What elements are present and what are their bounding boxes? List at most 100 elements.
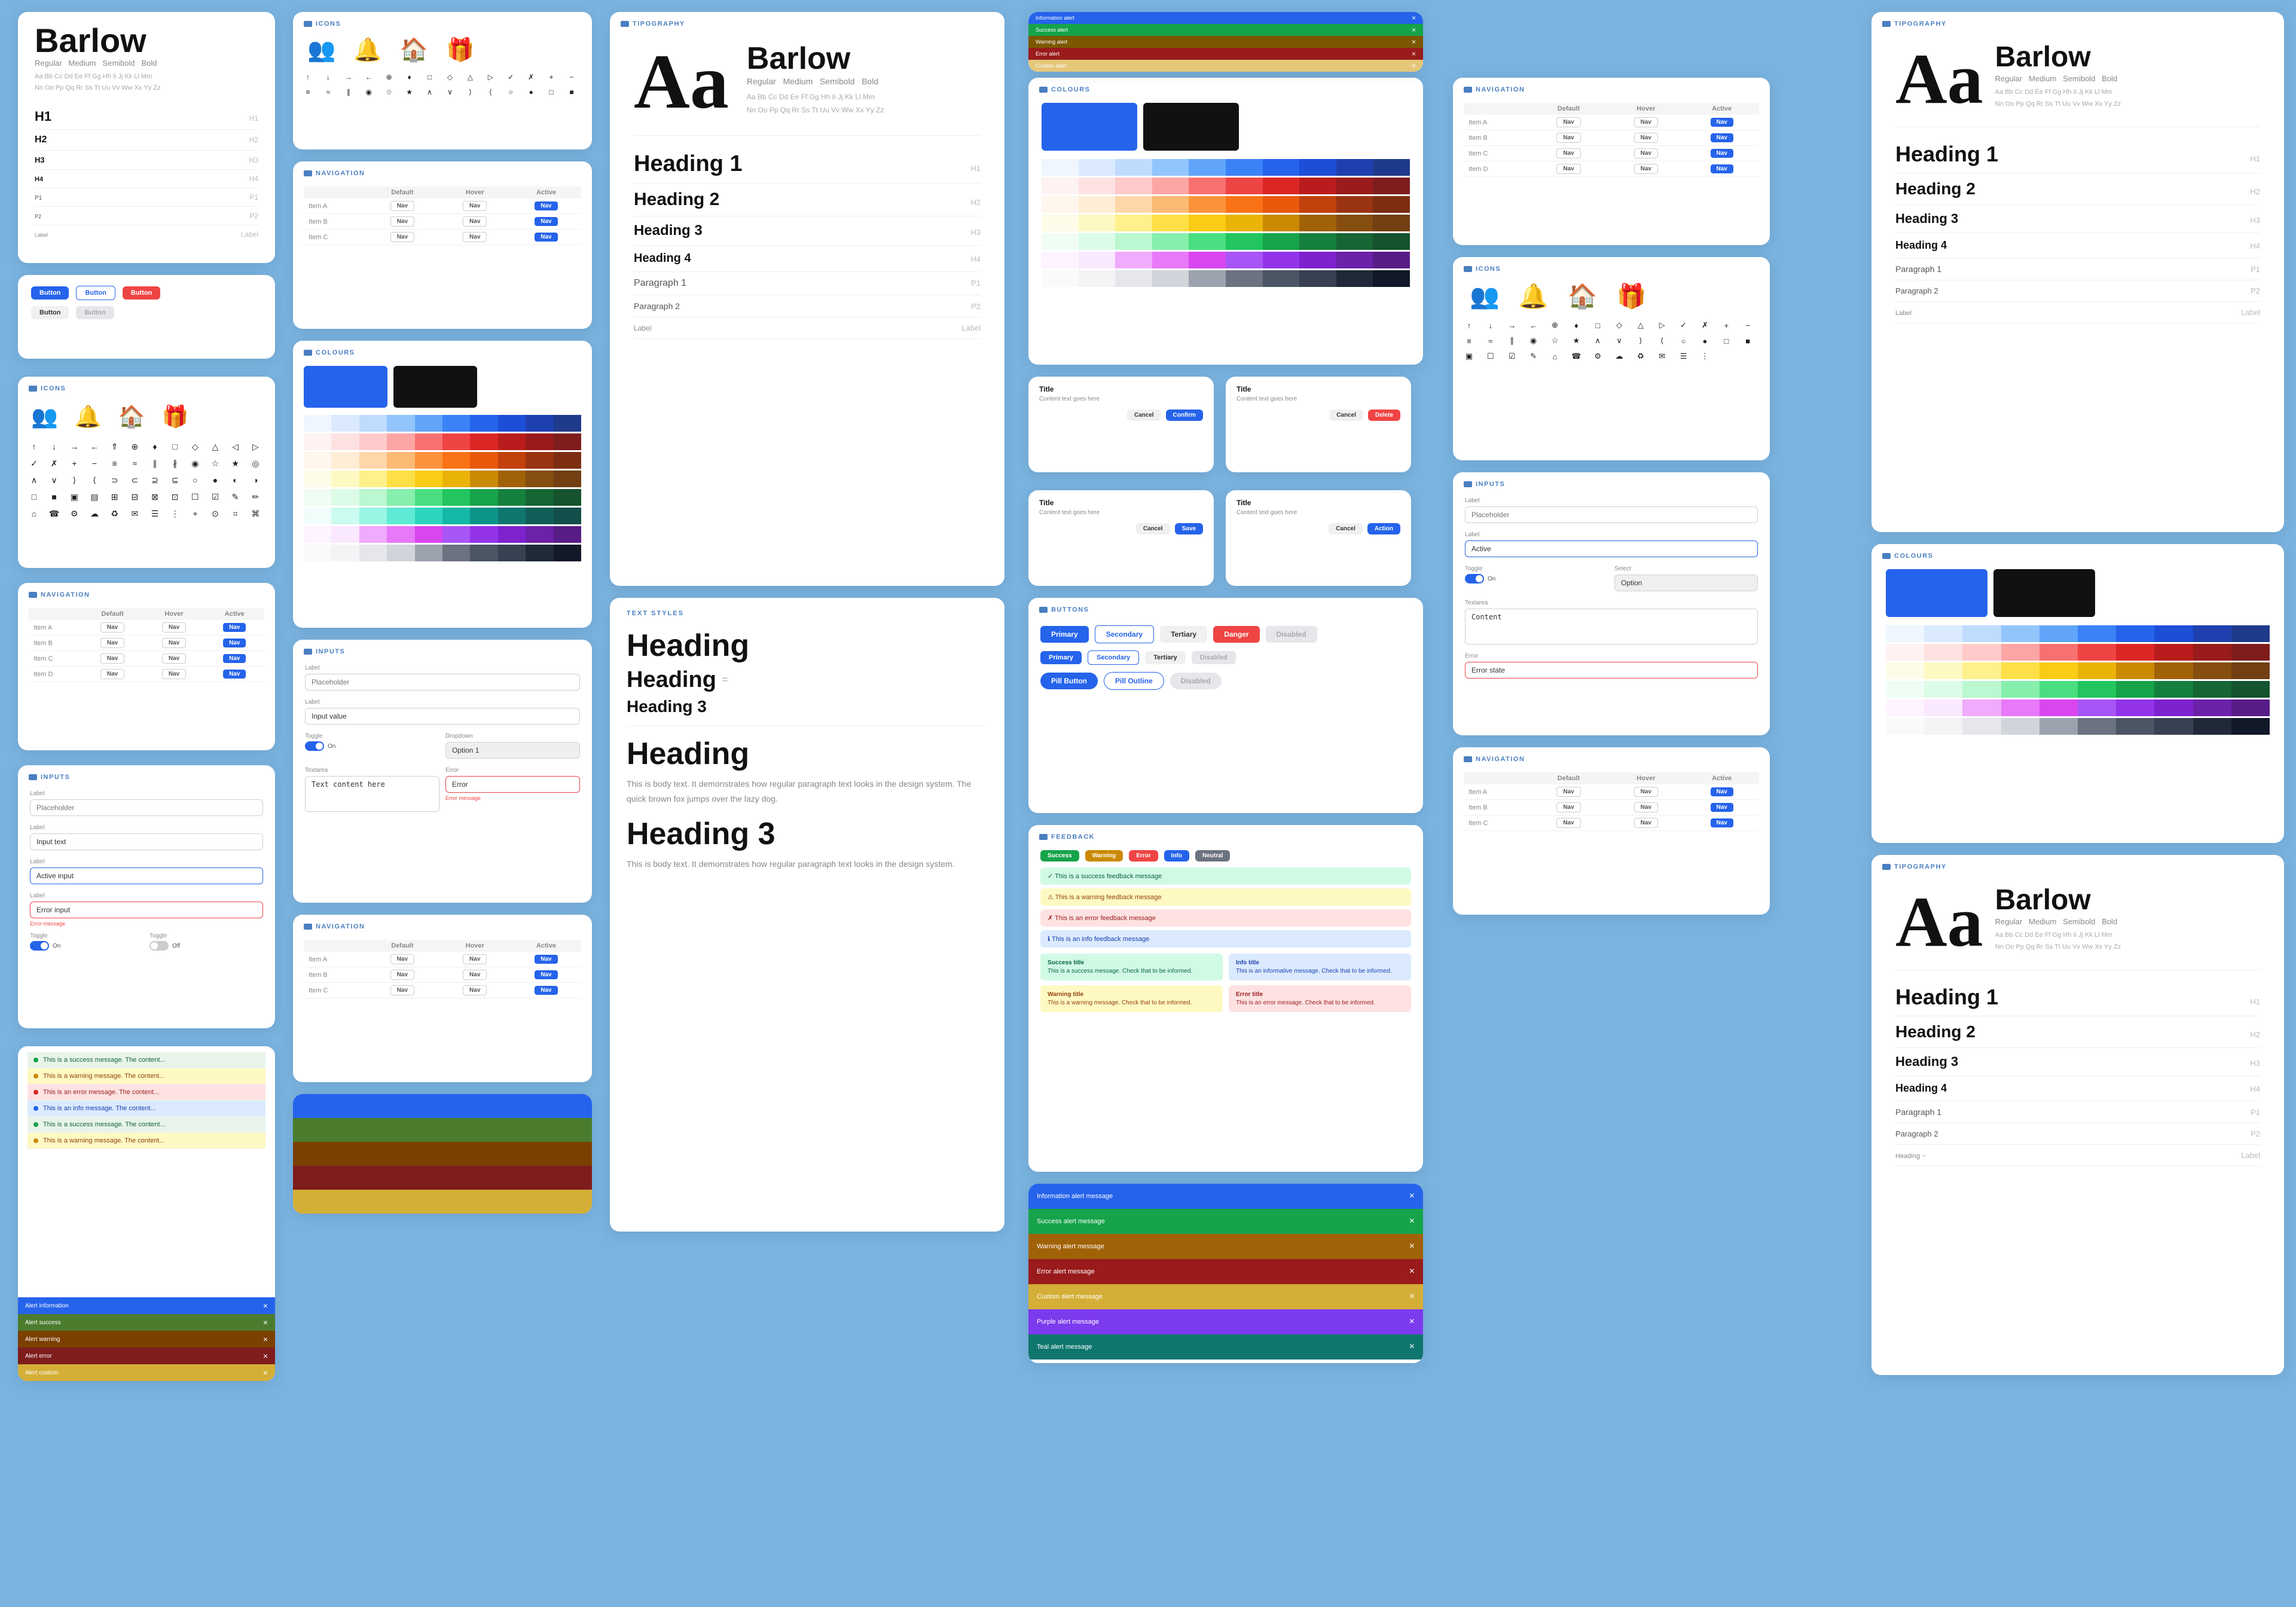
weights-large: Regular Medium Semibold Bold bbox=[747, 77, 884, 86]
btn-pill-1[interactable]: Pill Button bbox=[1040, 673, 1098, 689]
modal-save-btn[interactable]: Save bbox=[1175, 523, 1203, 534]
input-default-r[interactable] bbox=[1465, 506, 1758, 523]
typography-far-right-2: TIPOGRAPHY Aa Barlow Regular Medium Semi… bbox=[1871, 855, 2284, 1375]
colours-card-far-right: COLOURS bbox=[1871, 544, 2284, 843]
heading-3-lg: Heading 3 bbox=[627, 816, 988, 852]
btn-danger-1[interactable]: Danger bbox=[1213, 626, 1259, 643]
aa-far-right-2: Aa bbox=[1895, 886, 1983, 958]
typo-label-far-right: TIPOGRAPHY bbox=[1871, 12, 2284, 31]
barlow-far-right: Barlow bbox=[1995, 43, 2121, 72]
select-r[interactable]: Option bbox=[1614, 575, 1758, 591]
colours-card-centre: COLOURS bbox=[1028, 78, 1423, 365]
font-name-large: Barlow bbox=[35, 24, 258, 57]
btn-tertiary-sm-1[interactable]: Tertiary bbox=[1145, 651, 1186, 664]
modal-action-btn[interactable]: Action bbox=[1367, 523, 1400, 534]
blue-swatch bbox=[304, 366, 387, 408]
btn-danger-sm[interactable]: Button bbox=[123, 286, 160, 300]
btn-pill-outline[interactable]: Pill Outline bbox=[1104, 672, 1164, 690]
blue-block bbox=[1042, 103, 1137, 151]
input-error-2[interactable] bbox=[445, 776, 580, 793]
bell-icon-2: 🔔 bbox=[353, 37, 381, 63]
aa-large: Aa bbox=[634, 43, 729, 121]
h4-label: Heading 4 bbox=[634, 252, 691, 265]
badge-warning: Warning bbox=[1085, 850, 1123, 861]
alert-info-close[interactable]: × bbox=[1409, 1191, 1415, 1202]
btn-primary-sm-1[interactable]: Primary bbox=[1040, 651, 1082, 664]
alert-teal-text: Teal alert message bbox=[1037, 1343, 1092, 1351]
textarea-r[interactable]: Content bbox=[1465, 609, 1758, 644]
input-error-r[interactable] bbox=[1465, 662, 1758, 679]
alert-success-close[interactable]: × bbox=[1409, 1216, 1415, 1227]
btn-primary-sm[interactable]: Button bbox=[31, 286, 69, 300]
weights-far-right-2: Regular Medium Semibold Bold bbox=[1995, 917, 2121, 926]
home-icon-2: 🏠 bbox=[400, 37, 428, 63]
alert-error-close[interactable]: × bbox=[1409, 1266, 1415, 1277]
icons-label-right: ICONS bbox=[1453, 257, 1770, 276]
color-bars-card bbox=[293, 1094, 592, 1214]
black-block bbox=[1143, 103, 1239, 151]
btn-secondary-1[interactable]: Secondary bbox=[1095, 625, 1154, 643]
modal-cancel-btn[interactable]: Cancel bbox=[1127, 410, 1161, 421]
black-block-fr bbox=[1993, 569, 2095, 617]
btn-disabled-1: Disabled bbox=[1266, 626, 1317, 643]
modal-card-1: Title Content text goes here Cancel Conf… bbox=[1028, 377, 1214, 472]
alert-purple-close[interactable]: × bbox=[1409, 1316, 1415, 1327]
h1-label: Heading 1 bbox=[634, 151, 743, 177]
text-styles-title: TEXT STYLES bbox=[627, 610, 988, 617]
input-default[interactable] bbox=[30, 799, 263, 816]
alert-teal-close[interactable]: × bbox=[1409, 1342, 1415, 1352]
textarea-2[interactable]: Text content here bbox=[305, 776, 439, 812]
btn-disabled-sm: Button bbox=[76, 306, 114, 319]
alert-info-text: Information alert message bbox=[1037, 1193, 1113, 1200]
modal-delete-btn[interactable]: Delete bbox=[1368, 410, 1400, 421]
input-filled[interactable] bbox=[30, 833, 263, 850]
input-active-r[interactable] bbox=[1465, 540, 1758, 557]
input-active[interactable] bbox=[30, 867, 263, 884]
gift-icon-r: 🎁 bbox=[1616, 282, 1646, 310]
navigation-card-2nd-bottom: NAVIGATION DefaultHoverActive Item A Nav… bbox=[293, 915, 592, 1082]
nav-label-2nd: NAVIGATION bbox=[293, 161, 592, 181]
btn-primary-1[interactable]: Primary bbox=[1040, 626, 1089, 643]
h1-tag: H1 bbox=[970, 164, 981, 173]
typography-card-topleft: Barlow Regular Medium Semibold Bold Aa B… bbox=[18, 12, 275, 263]
colours-card-2nd: COLOURS bbox=[293, 341, 592, 628]
badge-success: Success bbox=[1040, 850, 1079, 861]
body-text-2: This is body text. It demonstrates how r… bbox=[627, 857, 988, 872]
input-default-2[interactable] bbox=[305, 674, 580, 691]
gift-icon: 🎁 bbox=[161, 404, 188, 429]
icons-card-2nd: ICONS 👥 🔔 🏠 🎁 ↑↓ →← ⊕♦ □◇ △▷ ✓✗ +− ≡≈ ∥◉… bbox=[293, 12, 592, 149]
people-icon: 👥 bbox=[31, 404, 58, 429]
barlow-large: Barlow bbox=[747, 43, 884, 74]
input-filled-2[interactable] bbox=[305, 708, 580, 725]
modal-cancel-btn-3[interactable]: Cancel bbox=[1136, 523, 1170, 534]
btn-tertiary-1[interactable]: Tertiary bbox=[1160, 626, 1207, 643]
badge-info: Info bbox=[1164, 850, 1189, 861]
buttons-label: BUTTONS bbox=[1028, 598, 1423, 617]
inputs-label-2nd: INPUTS bbox=[293, 640, 592, 659]
typography-far-right: TIPOGRAPHY Aa Barlow Regular Medium Semi… bbox=[1871, 12, 2284, 532]
colours-label-centre: COLOURS bbox=[1028, 78, 1423, 97]
alphabet-far-right-2: Aa Bb Cc Dd Ee Ff Gg Hh Ii Jj Kk Ll MmNn… bbox=[1995, 930, 2121, 954]
modal-cancel-btn-2[interactable]: Cancel bbox=[1329, 410, 1363, 421]
alert-warning-close[interactable]: × bbox=[1409, 1241, 1415, 1252]
p1-label: Paragraph 1 bbox=[634, 278, 686, 289]
h2-label: Heading 2 bbox=[634, 190, 719, 210]
colours-label-2nd: COLOURS bbox=[293, 341, 592, 360]
btn-ghost-sm[interactable]: Button bbox=[31, 306, 69, 319]
p2-label: Paragraph 2 bbox=[634, 301, 680, 311]
input-error[interactable] bbox=[30, 902, 263, 918]
btn-secondary-sm-1[interactable]: Secondary bbox=[1088, 650, 1139, 665]
inputs-label-left: INPUTS bbox=[18, 765, 275, 784]
btn-outline-sm[interactable]: Button bbox=[76, 286, 115, 300]
black-swatch bbox=[393, 366, 477, 408]
alert-custom-close[interactable]: × bbox=[1409, 1291, 1415, 1302]
modal-confirm-btn[interactable]: Confirm bbox=[1166, 410, 1203, 421]
modal-card-3: Title Content text goes here Cancel Save bbox=[1028, 490, 1214, 586]
modal-card-4: Title Content text goes here Cancel Acti… bbox=[1226, 490, 1411, 586]
inputs-card-left: INPUTS Label Label Label Label Error mes… bbox=[18, 765, 275, 1028]
navigation-card-left: NAVIGATION DefaultHoverActive Item A Nav… bbox=[18, 583, 275, 750]
modal-cancel-btn-4[interactable]: Cancel bbox=[1329, 523, 1363, 534]
p1-tag: P1 bbox=[971, 279, 981, 288]
dropdown-2[interactable]: Option 1 bbox=[445, 742, 580, 759]
home-icon-r: 🏠 bbox=[1568, 282, 1598, 310]
